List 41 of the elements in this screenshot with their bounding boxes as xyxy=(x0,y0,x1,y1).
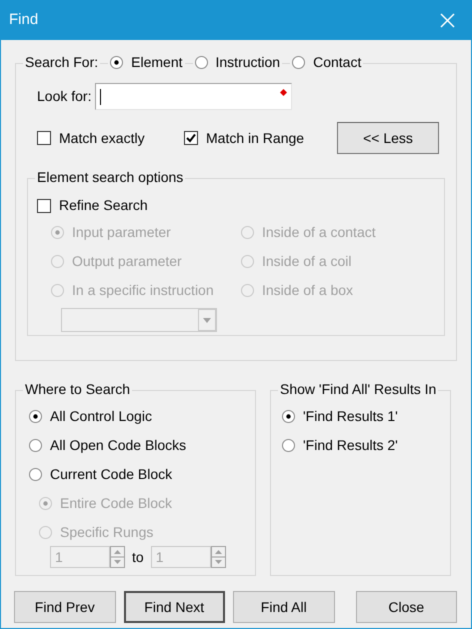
dialog-button[interactable]: Find All xyxy=(233,591,334,623)
checkbox[interactable] xyxy=(184,131,198,145)
radio-button[interactable] xyxy=(194,56,208,69)
spin-arrows-icon[interactable] xyxy=(210,546,226,568)
option-label: Specific Rungs xyxy=(60,523,154,542)
radio-button[interactable] xyxy=(110,56,124,69)
option-label: Entire Code Block xyxy=(60,494,172,513)
radio-button[interactable] xyxy=(292,56,306,69)
option-label: Element xyxy=(131,53,182,72)
less-button[interactable]: << Less xyxy=(337,122,439,154)
option-label: 'Find Results 1' xyxy=(303,407,398,426)
option-label: Inside of a coil xyxy=(262,252,352,271)
option-label: Match exactly xyxy=(59,128,145,148)
checkbox[interactable] xyxy=(37,131,51,145)
window-title: Find xyxy=(9,10,38,30)
radio-button[interactable] xyxy=(282,410,295,423)
option-label: Input parameter xyxy=(72,223,171,242)
radio-button[interactable] xyxy=(282,439,295,452)
close-icon xyxy=(440,12,454,28)
option-label: All Control Logic xyxy=(50,407,152,426)
radio-button[interactable] xyxy=(29,439,42,452)
spin-arrows-icon[interactable] xyxy=(110,546,125,568)
radio-button[interactable] xyxy=(29,468,42,481)
dialog-button[interactable]: Close xyxy=(356,591,457,623)
option-label: Match in Range xyxy=(206,128,304,148)
option-label: Instruction xyxy=(216,53,280,72)
option-label: Inside of a contact xyxy=(262,223,376,242)
option-label: Output parameter xyxy=(72,252,182,271)
radio-button[interactable] xyxy=(29,410,42,423)
option-label: Current Code Block xyxy=(50,465,172,484)
dialog-button[interactable]: Find Prev xyxy=(14,591,116,623)
option-label: All Open Code Blocks xyxy=(50,436,186,455)
look-for-field[interactable] xyxy=(95,83,292,110)
option-label: Inside of a box xyxy=(262,281,354,300)
option-label: 'Find Results 2' xyxy=(303,436,398,455)
option-label: Refine Search xyxy=(59,196,148,215)
range-label: to xyxy=(132,548,144,566)
field-label: Look for: xyxy=(37,87,92,106)
option-label: In a specific instruction xyxy=(72,281,214,300)
dialog-button[interactable]: Find Next xyxy=(124,591,225,623)
option-label: Contact xyxy=(313,53,362,72)
